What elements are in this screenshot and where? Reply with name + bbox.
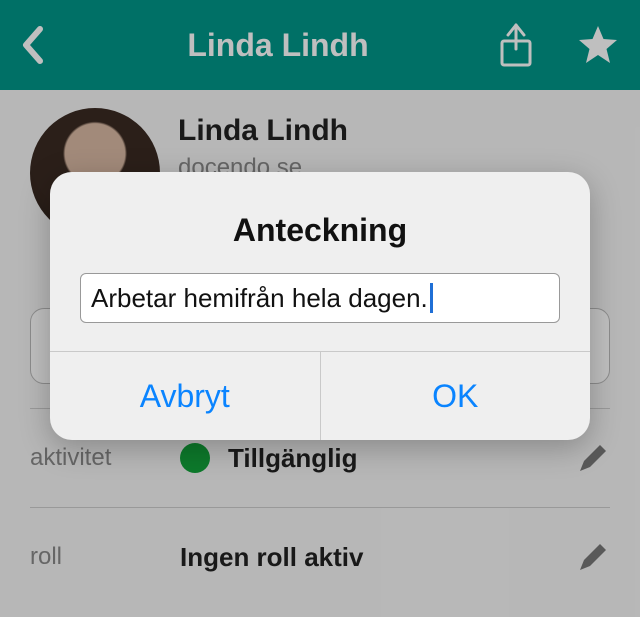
note-input[interactable]: Arbetar hemifrån hela dagen. — [80, 273, 560, 323]
note-input-text: Arbetar hemifrån hela dagen. — [91, 283, 428, 314]
dialog-title: Anteckning — [50, 172, 590, 273]
text-caret-icon — [430, 283, 433, 313]
cancel-button[interactable]: Avbryt — [50, 352, 320, 440]
screen: Linda Lindh Linda Lindh docendo.se — [0, 0, 640, 617]
note-dialog: Anteckning Arbetar hemifrån hela dagen. … — [50, 172, 590, 440]
dialog-buttons: Avbryt OK — [50, 351, 590, 440]
modal-overlay[interactable]: Anteckning Arbetar hemifrån hela dagen. … — [0, 0, 640, 617]
ok-button[interactable]: OK — [320, 352, 591, 440]
dialog-input-wrap: Arbetar hemifrån hela dagen. — [50, 273, 590, 351]
